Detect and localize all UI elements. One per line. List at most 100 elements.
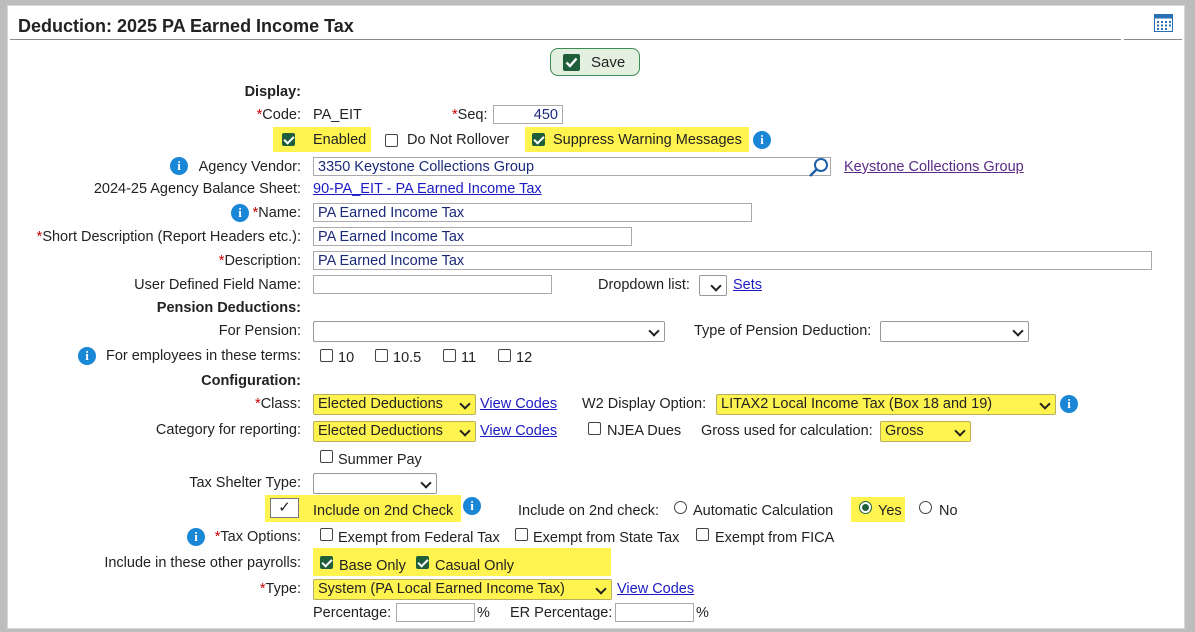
check-icon: [563, 54, 580, 71]
seq-input[interactable]: 450: [493, 105, 563, 124]
percentage-input[interactable]: [396, 603, 475, 622]
save-label: Save: [591, 54, 626, 71]
radio-automatic[interactable]: [674, 501, 687, 514]
exempt-federal-checkbox[interactable]: [320, 528, 333, 541]
balance-sheet-label: 2024-25 Agency Balance Sheet:: [93, 181, 301, 197]
exempt-fica-checkbox[interactable]: [696, 528, 709, 541]
tax-options-info-icon[interactable]: i: [187, 528, 205, 546]
enabled-checkbox[interactable]: [282, 133, 295, 146]
type-label: *Type:: [259, 581, 301, 597]
for-pension-label: For Pension:: [218, 323, 301, 339]
pension-type-select[interactable]: [880, 321, 1029, 342]
include-2nd-check-box[interactable]: ✓: [270, 498, 299, 518]
category-select[interactable]: Elected Deductions: [313, 421, 476, 442]
description-label: *Description:: [218, 253, 301, 269]
casual-only-checkbox[interactable]: [416, 556, 429, 569]
njea-dues-checkbox[interactable]: [588, 422, 601, 435]
calendar-icon[interactable]: [1154, 14, 1173, 32]
percentage-sign: %: [477, 605, 490, 621]
radio-automatic-label: Automatic Calculation: [693, 503, 834, 519]
w2-display-label: W2 Display Option:: [582, 396, 707, 412]
class-view-codes-link[interactable]: View Codes: [480, 396, 557, 412]
include-2nd-info-icon[interactable]: i: [463, 497, 481, 515]
er-percentage-input[interactable]: [615, 603, 694, 622]
agency-vendor-info-icon[interactable]: i: [170, 157, 188, 175]
exempt-fica-label: Exempt from FICA: [715, 530, 835, 546]
name-label: *Name:: [252, 205, 301, 221]
type-view-codes-link[interactable]: View Codes: [617, 581, 694, 597]
save-button[interactable]: Save: [550, 48, 640, 76]
udf-input[interactable]: [313, 275, 552, 294]
summer-pay-checkbox[interactable]: [320, 450, 333, 463]
tax-shelter-select[interactable]: [313, 473, 437, 494]
category-view-codes-link[interactable]: View Codes: [480, 423, 557, 439]
tax-options-label: *Tax Options:: [214, 529, 301, 545]
do-not-rollover-label: Do Not Rollover: [407, 132, 510, 148]
deduction-panel: Deduction: 2025 PA Earned Income Tax Sav…: [7, 5, 1185, 629]
class-label: *Class:: [255, 396, 301, 412]
chevron-down-icon: [648, 321, 664, 340]
er-percentage-sign: %: [696, 605, 709, 621]
agency-vendor-link[interactable]: Keystone Collections Group: [844, 159, 1024, 175]
w2-info-icon[interactable]: i: [1060, 395, 1078, 413]
code-label: *Code:: [256, 107, 301, 123]
display-section-label: Display:: [244, 84, 301, 100]
title-underline: [10, 39, 1121, 40]
terms-info-icon[interactable]: i: [78, 347, 96, 365]
include-2nd-check-question: Include on 2nd check:: [518, 503, 660, 519]
pension-type-label: Type of Pension Deduction:: [694, 323, 872, 339]
udf-label: User Defined Field Name:: [134, 277, 301, 293]
suppress-info-icon[interactable]: i: [753, 131, 771, 149]
chevron-down-icon: [710, 280, 722, 292]
configuration-section-label: Configuration:: [201, 373, 301, 389]
chevron-down-icon: [595, 579, 611, 598]
exempt-federal-label: Exempt from Federal Tax: [338, 530, 500, 546]
term-12-label: 12: [516, 350, 533, 366]
description-input[interactable]: PA Earned Income Tax: [313, 251, 1152, 270]
percentage-label: Percentage:: [313, 605, 392, 621]
base-only-checkbox[interactable]: [320, 556, 333, 569]
radio-no[interactable]: [919, 501, 932, 514]
chevron-down-icon: [420, 473, 436, 492]
code-value: PA_EIT: [313, 107, 362, 123]
class-select[interactable]: Elected Deductions: [313, 394, 476, 415]
agency-vendor-label: Agency Vendor:: [198, 159, 301, 175]
page-title: Deduction: 2025 PA Earned Income Tax: [18, 16, 354, 36]
terms-label: For employees in these terms:: [105, 348, 301, 364]
radio-no-label: No: [939, 503, 958, 519]
type-select[interactable]: System (PA Local Earned Income Tax): [313, 579, 612, 600]
dropdown-list-select[interactable]: [699, 275, 727, 296]
balance-sheet-link[interactable]: 90-PA_EIT - PA Earned Income Tax: [313, 181, 542, 197]
seq-label: *Seq:: [452, 107, 488, 123]
term-10-5-checkbox[interactable]: [375, 349, 388, 362]
chevron-down-icon: [459, 421, 475, 440]
exempt-state-checkbox[interactable]: [515, 528, 528, 541]
term-11-label: 11: [461, 350, 477, 366]
search-icon[interactable]: [808, 157, 830, 177]
chevron-down-icon: [1039, 394, 1055, 413]
radio-yes[interactable]: [859, 501, 872, 514]
term-10-label: 10: [338, 350, 355, 366]
term-12-checkbox[interactable]: [498, 349, 511, 362]
suppress-warning-label: Suppress Warning Messages: [553, 132, 742, 148]
short-description-label: *Short Description (Report Headers etc.)…: [36, 229, 301, 245]
name-input[interactable]: PA Earned Income Tax: [313, 203, 752, 222]
do-not-rollover-checkbox[interactable]: [385, 134, 398, 147]
w2-display-select[interactable]: LITAX2 Local Income Tax (Box 18 and 19): [716, 394, 1056, 415]
category-label: Category for reporting:: [155, 422, 301, 438]
suppress-warning-checkbox[interactable]: [532, 133, 545, 146]
gross-label: Gross used for calculation:: [701, 423, 873, 439]
include-2nd-check-label: Include on 2nd Check: [313, 503, 454, 519]
casual-only-label: Casual Only: [435, 558, 514, 574]
for-pension-select[interactable]: [313, 321, 665, 342]
term-10-checkbox[interactable]: [320, 349, 333, 362]
base-only-label: Base Only: [339, 558, 406, 574]
short-description-input[interactable]: PA Earned Income Tax: [313, 227, 632, 246]
chevron-down-icon: [954, 421, 970, 440]
chevron-down-icon: [1012, 321, 1028, 340]
agency-vendor-input[interactable]: 3350 Keystone Collections Group: [313, 157, 831, 176]
term-11-checkbox[interactable]: [443, 349, 456, 362]
name-info-icon[interactable]: i: [231, 204, 249, 222]
other-payrolls-label: Include in these other payrolls:: [104, 555, 301, 571]
sets-link[interactable]: Sets: [733, 277, 762, 293]
